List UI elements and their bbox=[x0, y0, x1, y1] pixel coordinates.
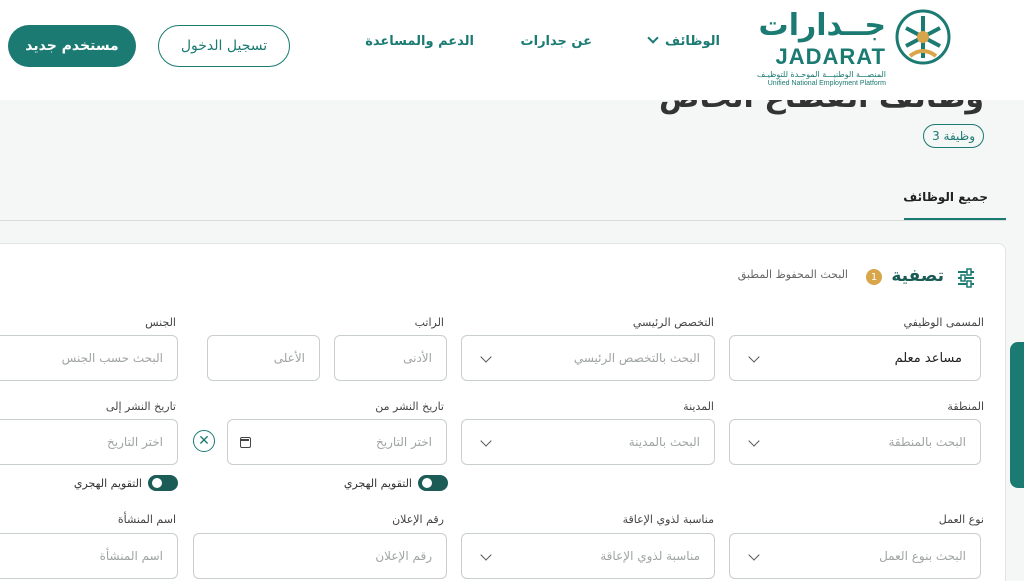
chevron-down-icon bbox=[480, 351, 492, 363]
chevron-down-icon bbox=[480, 435, 492, 447]
login-button[interactable]: تسجيل الدخول bbox=[158, 25, 290, 67]
date-from-label: تاريخ النشر من bbox=[375, 400, 444, 413]
disability-select[interactable]: مناسبة لذوي الإعاقة bbox=[461, 533, 715, 579]
jadarat-logo[interactable]: جــدارات JADARAT المنصـــة الوطنيـــة ال… bbox=[742, 8, 952, 90]
work-type-placeholder: البحث بنوع العمل bbox=[879, 549, 966, 563]
nav-support[interactable]: الدعم والمساعدة bbox=[365, 34, 474, 49]
date-from-input[interactable]: اختر التاريخ bbox=[227, 419, 447, 465]
disability-label: مناسبة لذوي الإعاقة bbox=[622, 513, 714, 526]
salary-label: الراتب bbox=[414, 316, 444, 329]
major-label: التخصص الرئيسي bbox=[632, 316, 714, 329]
nav-jobs-label: الوظائف bbox=[665, 34, 720, 49]
salary-min-input[interactable]: الأدنى bbox=[334, 335, 447, 381]
date-from-placeholder: اختر التاريخ bbox=[376, 435, 432, 449]
gender-placeholder: البحث حسب الجنس bbox=[61, 351, 163, 365]
major-placeholder: البحث بالتخصص الرئيسي bbox=[573, 351, 700, 365]
city-placeholder: البحث بالمدينة bbox=[628, 435, 700, 449]
ad-number-placeholder: رقم الإعلان bbox=[375, 549, 432, 563]
salary-max-input[interactable]: الأعلى bbox=[207, 335, 320, 381]
filter-icon bbox=[958, 268, 974, 288]
hijri-toggle-from[interactable]: التقويم الهجري bbox=[344, 475, 448, 491]
hijri-label-from: التقويم الهجري bbox=[343, 476, 412, 490]
toggle-switch[interactable] bbox=[418, 475, 448, 491]
region-select[interactable]: البحث بالمنطقة bbox=[729, 419, 981, 465]
toggle-switch[interactable] bbox=[148, 475, 178, 491]
side-feedback-tab[interactable] bbox=[1010, 342, 1024, 488]
hijri-label-to: التقويم الهجري bbox=[73, 476, 142, 490]
logo-emblem-icon bbox=[895, 9, 951, 65]
job-title-label: المسمى الوظيفي bbox=[903, 316, 984, 329]
logo-subtitle-ar: المنصـــة الوطنيـــة الموحـدة للتوظيـف bbox=[756, 70, 886, 79]
disability-placeholder: مناسبة لذوي الإعاقة bbox=[600, 549, 700, 563]
filter-title: تصفية bbox=[891, 266, 944, 286]
gender-select[interactable]: البحث حسب الجنس bbox=[0, 335, 178, 381]
company-placeholder: اسم المنشأة bbox=[99, 549, 163, 563]
chevron-down-icon bbox=[748, 435, 760, 447]
company-name-input[interactable]: اسم المنشأة bbox=[0, 533, 178, 579]
logo-arabic-text: جــدارات bbox=[758, 8, 886, 43]
gender-label: الجنس bbox=[145, 316, 176, 329]
region-placeholder: البحث بالمنطقة bbox=[888, 435, 966, 449]
chevron-down-icon bbox=[748, 351, 760, 363]
date-to-label: تاريخ النشر إلى bbox=[105, 400, 176, 413]
work-type-label: نوع العمل bbox=[938, 513, 984, 526]
site-header: جــدارات JADARAT المنصـــة الوطنيـــة ال… bbox=[0, 0, 1024, 100]
date-to-placeholder: اختر التاريخ bbox=[107, 435, 163, 449]
hijri-toggle-to[interactable]: التقويم الهجري bbox=[74, 475, 178, 491]
salary-min-placeholder: الأدنى bbox=[403, 351, 432, 365]
new-user-button[interactable]: مستخدم جديد bbox=[8, 25, 136, 67]
work-type-select[interactable]: البحث بنوع العمل bbox=[729, 533, 981, 579]
job-title-select[interactable]: مساعد معلم bbox=[729, 335, 981, 381]
date-to-input[interactable]: اختر التاريخ bbox=[0, 419, 178, 465]
company-label: اسم المنشأة bbox=[117, 513, 176, 526]
city-select[interactable]: البحث بالمدينة bbox=[461, 419, 715, 465]
tabs-divider bbox=[0, 220, 1006, 221]
chevron-down-icon bbox=[480, 549, 492, 561]
salary-max-placeholder: الأعلى bbox=[273, 351, 305, 365]
city-label: المدينة bbox=[683, 400, 714, 413]
job-count-badge: 3 وظيفة bbox=[923, 124, 984, 148]
ad-number-label: رقم الإعلان bbox=[392, 513, 444, 526]
nav-about[interactable]: عن جدارات bbox=[521, 34, 592, 49]
calendar-icon[interactable] bbox=[240, 437, 251, 448]
saved-search-count: 1 bbox=[866, 269, 882, 285]
job-title-value: مساعد معلم bbox=[894, 350, 962, 366]
chevron-down-icon bbox=[647, 32, 659, 44]
nav-jobs[interactable]: الوظائف bbox=[647, 32, 720, 49]
tab-all-jobs[interactable]: جميع الوظائف bbox=[903, 190, 988, 204]
saved-search-label[interactable]: البحث المحفوظ المطبق bbox=[738, 268, 848, 281]
logo-subtitle-en: Unified National Employment Platform bbox=[767, 80, 886, 87]
chevron-down-icon bbox=[748, 549, 760, 561]
logo-english-text: JADARAT bbox=[775, 44, 886, 69]
region-label: المنطقة bbox=[947, 400, 984, 413]
clear-icon[interactable]: ✕ bbox=[193, 430, 215, 452]
major-select[interactable]: البحث بالتخصص الرئيسي bbox=[461, 335, 715, 381]
ad-number-input[interactable]: رقم الإعلان bbox=[193, 533, 447, 579]
